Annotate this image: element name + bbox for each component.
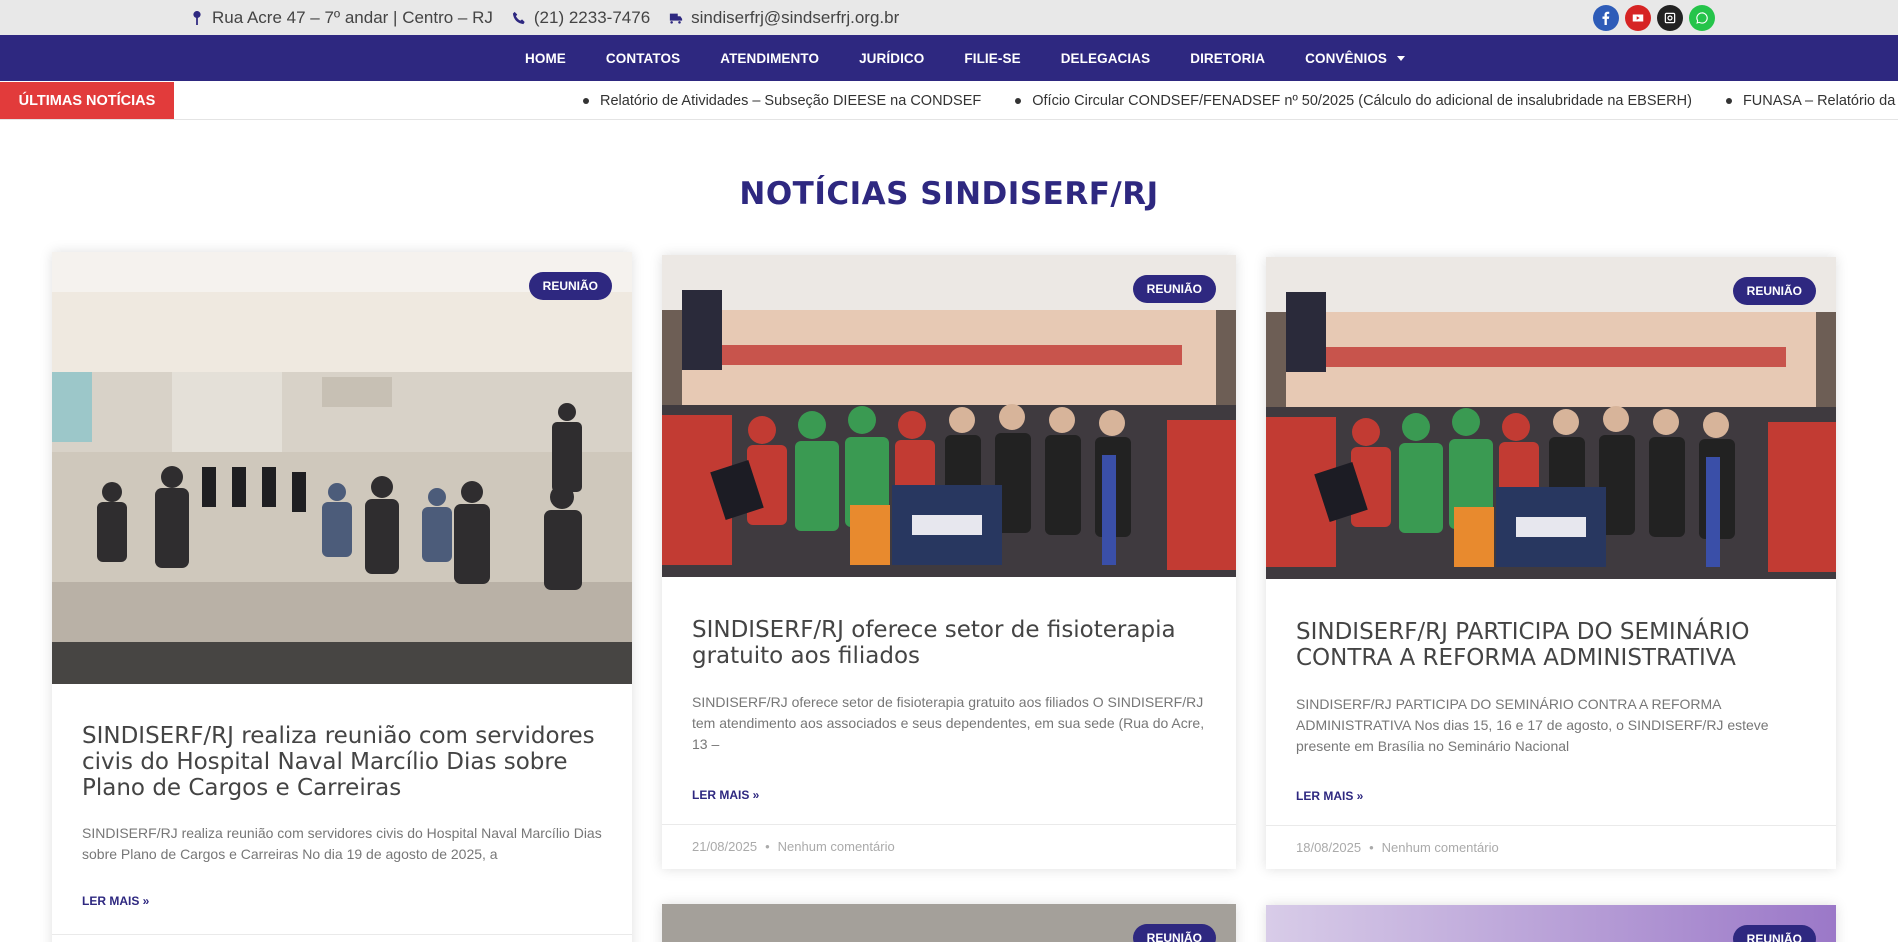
post-date: 21/08/2025 — [692, 839, 758, 854]
news-card: REUNIÃO SINDISERF/RJ oferece setor de fi… — [662, 255, 1236, 869]
social-links — [1593, 5, 1715, 31]
facebook-icon[interactable] — [1593, 5, 1619, 31]
phone-text: (21) 2233-7476 — [533, 7, 651, 27]
news-card: REUNIÃO — [662, 904, 1236, 942]
email-item[interactable]: sindiserfrj@sindserfrj.org.br — [668, 8, 899, 28]
news-card: REUNIÃO SINDISERF/RJ PARTICIPA DO SEMINÁ… — [1266, 257, 1836, 869]
address-item: Rua Acre 47 – 7º andar | Centro – RJ — [189, 8, 493, 28]
bullet-icon — [1725, 97, 1732, 104]
news-card-meta: 21/08/2025 • Nenhum comentário — [662, 824, 1236, 868]
read-more-link[interactable]: LER MAIS » — [692, 788, 759, 802]
news-card-excerpt: SINDISERF/RJ realiza reunião com servido… — [82, 825, 602, 862]
news-card-meta: 18/08/2025 • Nenhum comentário — [1266, 825, 1836, 869]
nav-menu: HOME CONTATOS ATENDIMENTO JURÍDICO FILIE… — [525, 35, 1445, 81]
nav-item-juridico[interactable]: JURÍDICO — [859, 51, 924, 66]
address-text: Rua Acre 47 – 7º andar | Centro – RJ — [212, 7, 493, 27]
news-card-image[interactable]: REUNIÃO — [1266, 257, 1836, 579]
category-badge[interactable]: REUNIÃO — [1132, 924, 1216, 942]
nav-item-home[interactable]: HOME — [525, 51, 566, 66]
instagram-icon[interactable] — [1657, 5, 1683, 31]
news-card-title[interactable]: SINDISERF/RJ realiza reunião com servido… — [82, 723, 602, 801]
whatsapp-icon[interactable] — [1689, 5, 1715, 31]
meeting-room-photo — [52, 252, 632, 684]
read-more-link[interactable]: LER MAIS » — [1296, 789, 1363, 803]
category-badge[interactable]: REUNIÃO — [1732, 925, 1816, 942]
meta-separator: • — [1369, 840, 1374, 855]
email-text: sindiserfrj@sindserfrj.org.br — [691, 7, 900, 27]
meta-separator: • — [765, 839, 770, 854]
nav-item-convenios-label: CONVÊNIOS — [1305, 50, 1388, 66]
bullet-icon — [1015, 97, 1022, 104]
ticker-item[interactable]: FUNASA – Relatório da 1ª Reunião — [1725, 92, 1898, 109]
news-card-excerpt: SINDISERF/RJ oferece setor de fisioterap… — [692, 694, 1205, 752]
nav-item-atendimento[interactable]: ATENDIMENTO — [720, 51, 819, 66]
seminar-group-photo — [662, 255, 1236, 577]
category-badge[interactable]: REUNIÃO — [528, 272, 612, 300]
nav-item-delegacias[interactable]: DELEGACIAS — [1061, 51, 1151, 66]
bullet-icon — [583, 97, 589, 104]
category-badge[interactable]: REUNIÃO — [1732, 277, 1816, 305]
news-card-meta — [52, 934, 632, 942]
news-ticker: ÚLTIMAS NOTÍCIAS Relatório de Atividades… — [0, 81, 1898, 120]
seminar-group-photo — [1266, 257, 1836, 579]
news-card: REUNIÃO — [1266, 905, 1836, 942]
news-card-title[interactable]: SINDISERF/RJ PARTICIPA DO SEMINÁRIO CONT… — [1296, 619, 1806, 671]
news-card-image[interactable]: REUNIÃO — [52, 252, 632, 684]
ticker-item-text: Ofício Circular CONDSEF/FENADSEF nº 50/2… — [1032, 92, 1692, 109]
read-more-link[interactable]: LER MAIS » — [82, 894, 149, 908]
ticker-item[interactable]: Relatório de Atividades – Subseção DIEES… — [583, 93, 981, 109]
news-card-image[interactable]: REUNIÃO — [1266, 905, 1836, 942]
map-pin-icon — [189, 10, 205, 26]
news-card-image[interactable]: REUNIÃO — [662, 904, 1236, 942]
top-info-bar: Rua Acre 47 – 7º andar | Centro – RJ (21… — [0, 0, 1898, 35]
ticker-item-text: Relatório de Atividades – Subseção DIEES… — [600, 92, 982, 109]
phone-item[interactable]: (21) 2233-7476 — [511, 8, 650, 28]
ticker-label: ÚLTIMAS NOTÍCIAS — [0, 82, 174, 119]
nav-item-convenios[interactable]: CONVÊNIOS — [1305, 50, 1406, 66]
news-card-excerpt: SINDISERF/RJ PARTICIPA DO SEMINÁRIO CONT… — [1296, 696, 1769, 754]
post-date: 18/08/2025 — [1296, 840, 1362, 855]
chevron-down-icon — [1397, 55, 1406, 61]
phone-icon — [511, 10, 527, 26]
nav-item-diretoria[interactable]: DIRETORIA — [1190, 51, 1265, 66]
comment-count[interactable]: Nenhum comentário — [778, 839, 895, 854]
news-card-title[interactable]: SINDISERF/RJ oferece setor de fisioterap… — [692, 617, 1206, 669]
ticker-items: Relatório de Atividades – Subseção DIEES… — [583, 81, 1898, 119]
contact-info: Rua Acre 47 – 7º andar | Centro – RJ (21… — [189, 0, 917, 35]
comment-count[interactable]: Nenhum comentário — [1382, 840, 1499, 855]
main-navigation: HOME CONTATOS ATENDIMENTO JURÍDICO FILIE… — [0, 35, 1898, 81]
ticker-item[interactable]: Ofício Circular CONDSEF/FENADSEF nº 50/2… — [1015, 93, 1692, 109]
section-title: NOTÍCIAS SINDISERF/RJ — [739, 176, 1159, 212]
news-card: REUNIÃO SINDISERF/RJ realiza reunião com… — [52, 252, 632, 942]
nav-item-contatos[interactable]: CONTATOS — [606, 51, 680, 66]
mail-truck-icon — [668, 10, 684, 26]
category-badge[interactable]: REUNIÃO — [1132, 275, 1216, 303]
news-card-image[interactable]: REUNIÃO — [662, 255, 1236, 577]
youtube-icon[interactable] — [1625, 5, 1651, 31]
nav-item-filie-se[interactable]: FILIE-SE — [964, 51, 1020, 66]
ticker-item-text: FUNASA – Relatório da 1ª Reunião — [1742, 92, 1898, 109]
